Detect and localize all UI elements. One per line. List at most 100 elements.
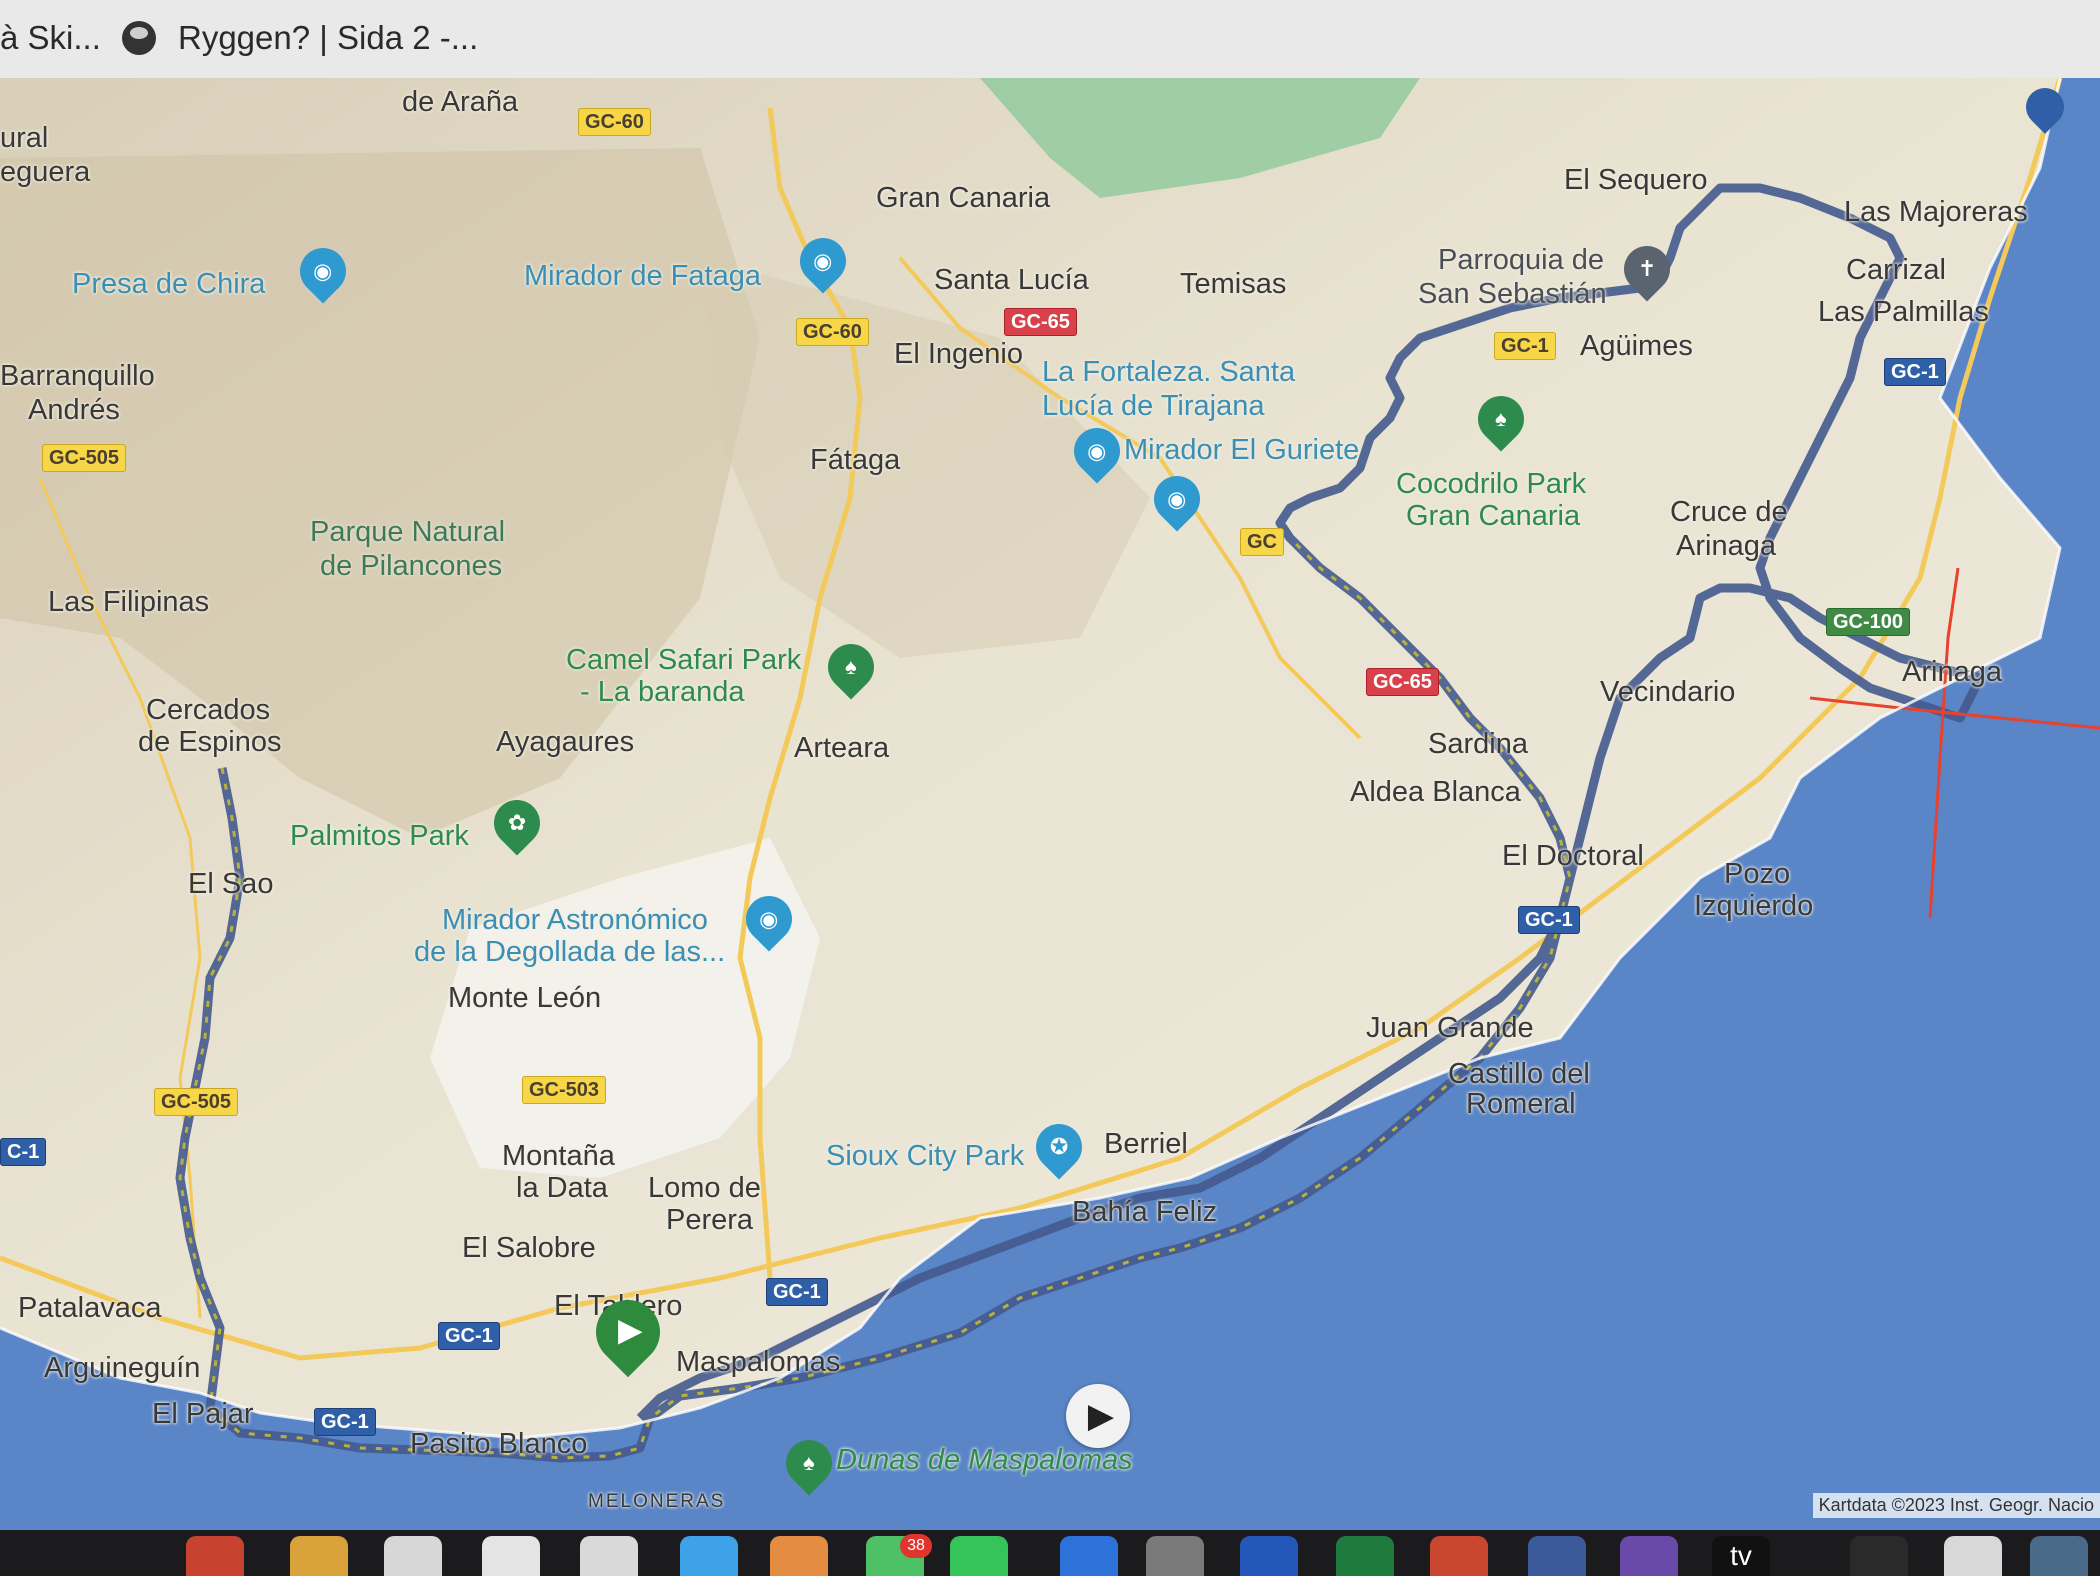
place-label: Cruce de [1670,496,1788,528]
poi-label[interactable]: Presa de Chira [72,268,265,300]
place-label: la Data [516,1172,608,1204]
dock-app-icon[interactable] [290,1536,348,1576]
place-label: Temisas [1180,268,1287,300]
play-route-button[interactable]: ▶ [1066,1384,1130,1448]
road-shield: GC-505 [42,444,127,472]
place-label: Sardina [1428,728,1528,760]
place-label: Las Majoreras [1844,196,2028,228]
road-shield: GC-1 [1518,906,1580,934]
site-favicon-icon [122,21,156,55]
road-shield: C-1 [0,1138,47,1166]
poi-label[interactable]: San Sebastián [1418,278,1607,310]
tab-label: à Ski... [0,19,101,56]
place-label: Vecindario [1600,676,1736,708]
place-label: Maspalomas [676,1346,841,1378]
place-label: Cercados [146,694,271,726]
place-label: Perera [666,1204,754,1236]
dock-appletv-icon[interactable]: tv [1712,1536,1770,1576]
road-shield: GC [1240,528,1284,556]
dock-app-icon[interactable] [1146,1536,1204,1576]
place-label: El Doctoral [1502,840,1644,872]
place-label: Pasito Blanco [410,1428,588,1460]
poi-label[interactable]: de la Degollada de las... [414,936,725,968]
place-label: Gran Canaria [876,182,1051,214]
dock-word-icon[interactable] [1240,1536,1298,1576]
dock-app-icon[interactable] [2030,1536,2088,1576]
dock-app-icon[interactable] [580,1536,638,1576]
place-label: ural [0,122,49,154]
place-label: Pozo [1724,858,1791,890]
place-label: Fátaga [810,444,901,476]
dock-powerpoint-icon[interactable] [1430,1536,1488,1576]
road-shield: GC-505 [154,1088,239,1116]
poi-label[interactable]: Cocodrilo Park [1396,468,1586,500]
road-shield: GC-1 [766,1278,828,1306]
browser-tab-bar: à Ski... Ryggen? | Sida 2 -... [0,0,2100,79]
place-label: Patalavaca [18,1292,162,1324]
place-label: de Araña [402,86,519,118]
browser-tab-ski[interactable]: à Ski... [0,10,101,66]
place-label: Bahía Feliz [1072,1196,1218,1228]
dock-app-icon[interactable] [1944,1536,2002,1576]
place-label: Carrizal [1846,254,1946,286]
place-label: Castillo del [1448,1058,1590,1090]
tab-label: Ryggen? | Sida 2 -... [178,19,479,56]
poi-label[interactable]: Gran Canaria [1406,500,1580,532]
road-shield: GC-1 [1494,332,1556,360]
dock-podcasts-icon[interactable] [1620,1536,1678,1576]
map-view[interactable]: de Araña ural eguera Presa de Chira ◉ Ba… [0,78,2100,1530]
poi-label[interactable]: Lucía de Tirajana [1042,390,1264,422]
dock-facetime-icon[interactable] [950,1536,1008,1576]
poi-label[interactable]: La Fortaleza. Santa [1042,356,1295,388]
place-label: Izquierdo [1694,890,1814,922]
place-label: Lomo de [648,1172,761,1204]
road-shield: GC-503 [522,1076,607,1104]
poi-label[interactable]: Mirador Astronómico [442,904,708,936]
poi-label[interactable]: - La baranda [580,676,744,708]
place-label: de Espinos [138,726,282,758]
poi-label[interactable]: Parroquia de [1438,244,1604,276]
map-attribution: Kartdata ©2023 Inst. Geogr. Nacio [1812,1493,2100,1518]
poi-label[interactable]: Sioux City Park [826,1140,1024,1172]
dock-app-icon[interactable] [1528,1536,1586,1576]
dock-app-icon[interactable] [680,1536,738,1576]
poi-label[interactable]: Mirador El Guriete [1124,434,1359,466]
road-shield: GC-60 [796,318,869,346]
place-label: El Sequero [1564,164,1708,196]
dock-app-icon[interactable] [384,1536,442,1576]
dock-app-icon[interactable] [1060,1536,1118,1576]
place-label: Monte León [448,982,602,1014]
dock-app-icon[interactable] [770,1536,828,1576]
place-label: MELONERAS [588,1491,726,1512]
dock-appletv-label: tv [1730,1540,1752,1571]
place-label: Agüimes [1580,330,1693,362]
poi-label[interactable]: Palmitos Park [290,820,469,852]
place-label: Ayagaures [496,726,635,758]
road-shield: GC-100 [1826,608,1911,636]
poi-label[interactable]: Camel Safari Park [566,644,801,676]
dock-app-icon[interactable] [186,1536,244,1576]
poi-label[interactable]: Dunas de Maspalomas [836,1444,1133,1476]
road-shield: GC-1 [438,1322,500,1350]
place-label: Santa Lucía [934,264,1089,296]
place-label: El Ingenio [894,338,1023,370]
road-shield: GC-65 [1366,668,1439,696]
road-shield: GC-1 [314,1408,376,1436]
place-label: Berriel [1104,1128,1188,1160]
place-label: Arinaga [1902,656,2002,688]
place-label: Las Palmillas [1818,296,1989,328]
park-label: de Pilancones [320,550,503,582]
place-label: El Sao [188,868,274,900]
dock-excel-icon[interactable] [1336,1536,1394,1576]
place-label: Romeral [1466,1088,1576,1120]
place-label: El Salobre [462,1232,596,1264]
poi-label[interactable]: Mirador de Fataga [524,260,761,292]
browser-tab-ryggen[interactable]: Ryggen? | Sida 2 -... [122,10,478,66]
dock-app-icon[interactable] [482,1536,540,1576]
dock-terminal-icon[interactable] [1850,1536,1908,1576]
park-label: Parque Natural [310,516,506,548]
place-label: Arteara [794,732,890,764]
place-label: Barranquillo [0,360,155,392]
place-label: eguera [0,156,91,188]
road-shield: GC-65 [1004,308,1077,336]
